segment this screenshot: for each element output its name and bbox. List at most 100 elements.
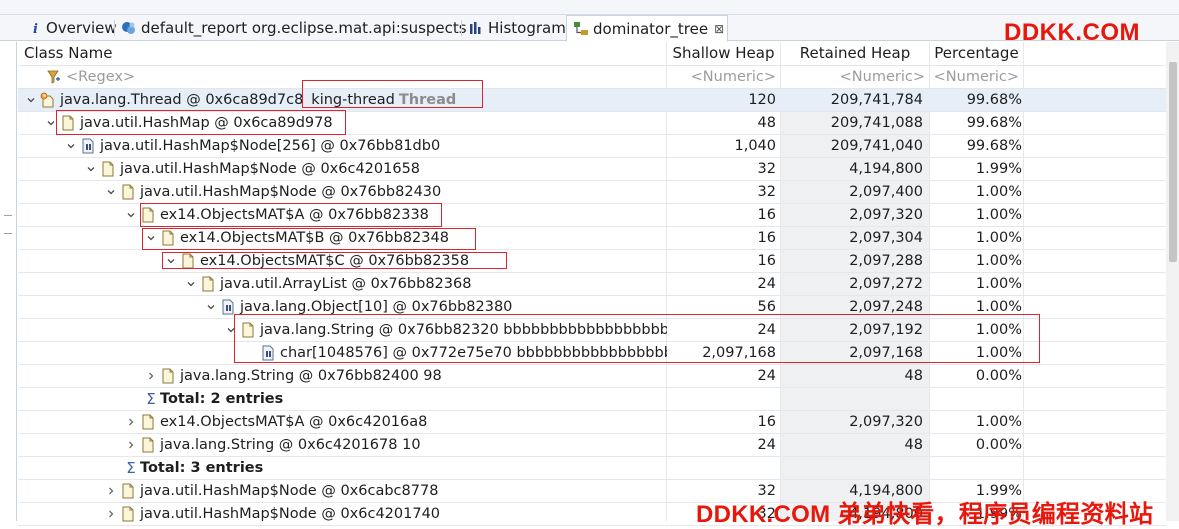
table-row[interactable]: java.lang.Thread @ 0x6ca89d7c8 king-threa…	[18, 89, 1166, 112]
table-row[interactable]: java.lang.String @ 0x76bb82400 98 24 48 0.0…	[18, 365, 1166, 388]
shallow-heap-value: 120	[748, 92, 776, 108]
table-row[interactable]: ex14.ObjectsMAT$A @ 0x76bb82338 16 2,097,3…	[18, 204, 1166, 227]
column-header-class-name[interactable]: Class Name	[24, 42, 664, 66]
tab-overview[interactable]: i Overview	[22, 15, 117, 41]
retained-heap-value: 2,097,248	[849, 299, 923, 315]
chevron-down-icon[interactable]	[82, 164, 100, 174]
row-class-name-cell: java.util.HashMap$Node[256] @ 0x76bb81db…	[18, 135, 667, 157]
row-label: java.util.HashMap$Node @ 0x6c4201658	[120, 161, 421, 177]
shallow-heap-value	[667, 388, 776, 410]
watermark-bottom: DDKK.COM 弟弟快看，程序员编程资料站	[696, 501, 1154, 528]
table-row[interactable]: ex14.ObjectsMAT$C @ 0x76bb82358 16 2,097,2…	[18, 250, 1166, 273]
row-class-name-cell: java.util.HashMap @ 0x6ca89d978	[18, 112, 667, 134]
row-class-name-cell: java.util.ArrayList @ 0x76bb82368	[18, 273, 667, 295]
tab-label: default_report org.eclipse.mat.api:suspe…	[141, 19, 467, 37]
table-row[interactable]: java.util.HashMap$Node @ 0x6c4201658 32 4,…	[18, 158, 1166, 181]
close-icon[interactable]: ⊠	[714, 22, 724, 36]
tab-histogram[interactable]: Histogram	[462, 15, 566, 41]
retained-heap-value: 2,097,304	[849, 230, 923, 246]
chevron-right-icon[interactable]	[102, 509, 120, 519]
row-class-name-cell: ex14.ObjectsMAT$A @ 0x6c42016a8	[18, 411, 667, 433]
shallow-heap-value: 1,040	[734, 138, 776, 154]
chevron-down-icon[interactable]	[222, 325, 240, 335]
tab-dominator-tree[interactable]: dominator_tree ⊠	[566, 15, 728, 42]
table-row[interactable]: java.lang.String @ 0x76bb82320 bbbbbbbbb…	[18, 319, 1166, 342]
object-icon	[140, 437, 156, 453]
chevron-down-icon[interactable]	[162, 256, 180, 266]
shallow-heap-value: 2,097,168	[702, 345, 776, 361]
tab-default-report[interactable]: default_report org.eclipse.mat.api:suspe…	[115, 15, 467, 41]
row-label: ex14.ObjectsMAT$A @ 0x76bb82338	[160, 207, 429, 223]
object-icon	[100, 161, 116, 177]
percentage-value: 1.00%	[975, 276, 1022, 292]
chevron-down-icon[interactable]	[102, 187, 120, 197]
table-row[interactable]: java.util.ArrayList @ 0x76bb82368 24 2,097…	[18, 273, 1166, 296]
row-class-name-cell: java.util.HashMap$Node @ 0x6cabc8778	[18, 480, 667, 502]
row-class-name-cell: java.lang.Object[10] @ 0x76bb82380	[18, 296, 667, 318]
column-header-shallow-heap[interactable]: Shallow Heap	[667, 42, 780, 66]
chevron-right-icon[interactable]	[102, 486, 120, 496]
column-header-percentage[interactable]: Percentage	[930, 42, 1023, 66]
regex-filter-icon	[45, 69, 61, 85]
object-icon	[60, 115, 76, 131]
shallow-heap-filter-input[interactable]: <Numeric>	[667, 66, 780, 89]
shallow-heap-value: 56	[757, 299, 776, 315]
row-label: Total: 3 entries	[140, 460, 264, 476]
shallow-heap-value: 16	[757, 253, 776, 269]
object-icon	[120, 184, 136, 200]
retained-heap-value	[781, 388, 923, 410]
dominator-tree-icon	[573, 21, 589, 37]
editor-tab-bar: i Overview default_report org.eclipse.ma…	[0, 15, 1179, 46]
table-row[interactable]: java.util.HashMap$Node[256] @ 0x76bb81db…	[18, 135, 1166, 158]
shallow-heap-value: 24	[757, 322, 776, 338]
scrollbar-thumb[interactable]	[1169, 62, 1177, 262]
table-row[interactable]: java.util.HashMap$Node @ 0x76bb82430 32 2,…	[18, 181, 1166, 204]
sum-icon: Σ	[126, 459, 136, 477]
chevron-down-icon[interactable]	[182, 279, 200, 289]
table-row[interactable]: java.lang.Object[10] @ 0x76bb82380 56 2,09…	[18, 296, 1166, 319]
row-class-name-cell: ex14.ObjectsMAT$C @ 0x76bb82358	[18, 250, 667, 272]
array-icon	[220, 299, 236, 315]
row-label: ex14.ObjectsMAT$A @ 0x6c42016a8	[160, 414, 428, 430]
retained-heap-filter-input[interactable]: <Numeric>	[781, 66, 929, 89]
table-row[interactable]: Σ Total: 3 entries	[18, 457, 1166, 480]
row-class-name-cell: java.lang.String @ 0x76bb82400 98	[18, 365, 667, 387]
retained-heap-value: 2,097,320	[849, 207, 923, 223]
percentage-filter-input[interactable]: <Numeric>	[930, 66, 1023, 89]
chevron-right-icon[interactable]	[122, 417, 140, 427]
table-row[interactable]: ex14.ObjectsMAT$A @ 0x6c42016a8 16 2,097,3…	[18, 411, 1166, 434]
chevron-right-icon[interactable]	[142, 371, 160, 381]
retained-heap-value: 209,741,784	[830, 92, 923, 108]
histogram-icon	[468, 20, 484, 36]
row-class-name-cell: java.lang.String @ 0x76bb82320 bbbbbbbbb…	[18, 319, 667, 341]
vertical-scrollbar[interactable]	[1166, 42, 1179, 521]
retained-heap-value: 209,741,040	[830, 138, 923, 154]
chevron-down-icon[interactable]	[142, 233, 160, 243]
row-label: java.lang.String @ 0x6c4201678 10	[160, 437, 421, 453]
chevron-down-icon[interactable]	[202, 302, 220, 312]
retained-heap-value: 2,097,272	[849, 276, 923, 292]
thread-icon	[40, 92, 56, 108]
row-class-name-cell: java.util.HashMap$Node @ 0x6c4201658	[18, 158, 667, 180]
row-class-name-cell: java.util.HashMap$Node @ 0x6c4201740	[18, 503, 667, 525]
chevron-down-icon[interactable]	[62, 141, 80, 151]
table-row[interactable]: char[1048576] @ 0x772e75e70 bbbbbbbbbbbb…	[18, 342, 1166, 365]
left-panel-edge	[0, 42, 17, 521]
percentage-value: 1.00%	[975, 345, 1022, 361]
retained-heap-value: 2,097,320	[849, 414, 923, 430]
shallow-heap-value: 16	[757, 207, 776, 223]
chevron-down-icon[interactable]	[42, 118, 60, 128]
table-row[interactable]: java.lang.String @ 0x6c4201678 10 24 48 0.0…	[18, 434, 1166, 457]
percentage-value: 1.00%	[975, 299, 1022, 315]
chevron-down-icon[interactable]	[122, 210, 140, 220]
table-row[interactable]: java.util.HashMap @ 0x6ca89d978 48 209,741…	[18, 112, 1166, 135]
column-header-retained-heap[interactable]: Retained Heap	[781, 42, 929, 66]
thread-type-label: Thread	[398, 92, 457, 108]
chevron-down-icon[interactable]	[22, 95, 40, 105]
table-row[interactable]: Σ Total: 2 entries	[18, 388, 1166, 411]
table-row[interactable]: ex14.ObjectsMAT$B @ 0x76bb82348 16 2,097,3…	[18, 227, 1166, 250]
chevron-right-icon[interactable]	[122, 440, 140, 450]
tab-label: dominator_tree	[593, 19, 709, 38]
class-name-filter-input[interactable]: <Regex>	[66, 66, 656, 89]
percentage-value: 0.00%	[975, 368, 1022, 384]
